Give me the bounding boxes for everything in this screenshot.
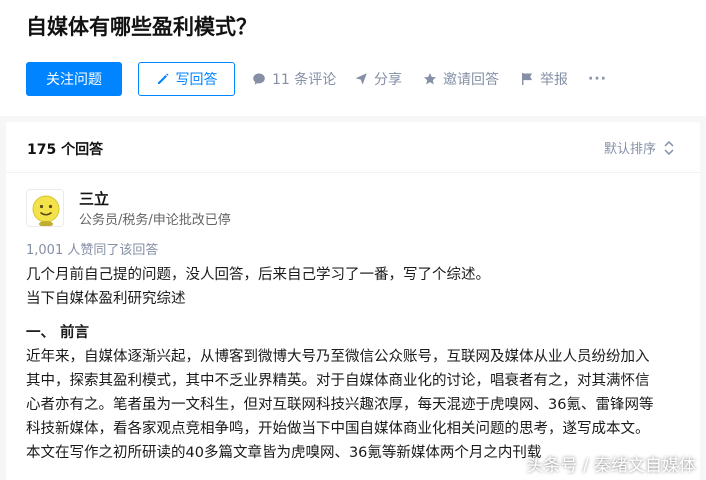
invite-answer-label: 邀请回答 (443, 72, 499, 88)
answer-content: 几个月前自己提的问题，没人回答，后来自己学习了一番，写了个综述。 当下自媒体盈利… (26, 263, 690, 465)
answer-paragraph: 当下自媒体盈利研究综述 (26, 291, 186, 307)
answers-count: 175 个回答 (27, 142, 104, 158)
share-button[interactable]: 分享 (354, 62, 402, 96)
more-icon: ··· (588, 71, 607, 87)
comments-button[interactable]: 11 条评论 (252, 62, 336, 96)
question-title: 自媒体有哪些盈利模式？ (26, 15, 257, 39)
report-button[interactable]: 举报 (520, 62, 568, 96)
sort-dropdown[interactable]: 默认排序 (604, 138, 674, 157)
author-name[interactable]: 三立 (79, 188, 109, 209)
report-label: 举报 (540, 72, 568, 88)
author-bio: 公务员/税务/申论批改已停 (79, 213, 231, 228)
question-header: 自媒体有哪些盈利模式？ 关注问题 写回答 11 条评论 分享 邀请回答 举报 ·… (0, 0, 706, 116)
star-icon (424, 73, 436, 85)
section-heading: 一、 前言 (26, 325, 90, 341)
follow-question-button[interactable]: 关注问题 (26, 62, 122, 96)
smiley-avatar-icon (32, 195, 60, 226)
answer-line: 近年来，自媒体逐渐兴起，从博客到微博大号乃至微信公众账号，互联网及媒体从业人员纷… (26, 349, 650, 365)
pencil-icon (157, 73, 169, 84)
watermark-text: 头条号 / 秦绪文自媒体 (526, 456, 696, 476)
comment-icon (253, 73, 265, 85)
flag-icon (522, 73, 532, 85)
write-answer-label: 写回答 (175, 72, 218, 88)
answer-line: 其中，探索其盈利模式，其中不乏业界精英。对于自媒体商业化的讨论，唱衰者有之，对其… (26, 373, 650, 389)
answer-line: 心者亦有之。笔者虽为一文科生，但对互联网科技兴趣浓厚，每天混迹于虎嗅网、36氪、… (26, 397, 654, 413)
share-label: 分享 (374, 72, 402, 88)
sort-label: 默认排序 (603, 142, 656, 157)
answer-paragraph: 几个月前自己提的问题，没人回答，后来自己学习了一番，写了个综述。 (26, 267, 490, 283)
author-avatar[interactable] (26, 189, 64, 227)
answers-card: 175 个回答 默认排序 三立 公务员/税务/申论批改已停 1,001 人赞同了… (6, 122, 700, 480)
votes-count: 1,001 人赞同了该回答 (26, 243, 159, 258)
sort-updown-icon (664, 140, 674, 155)
answer-line: 科技新媒体，看各家观点竞相争鸣，开始做当下中国自媒体商业化相关问题的思考，遂写成… (26, 421, 650, 437)
share-icon (355, 73, 367, 85)
divider (6, 172, 700, 173)
write-answer-button[interactable]: 写回答 (138, 62, 235, 96)
invite-answer-button[interactable]: 邀请回答 (423, 62, 499, 96)
comments-label: 11 条评论 (272, 72, 337, 88)
more-button[interactable]: ··· (588, 62, 607, 96)
